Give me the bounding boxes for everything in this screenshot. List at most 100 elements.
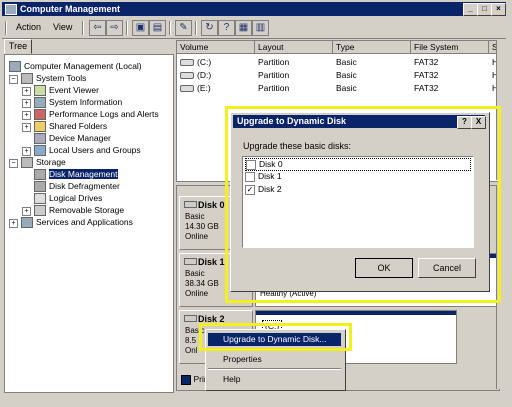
disk-icon	[184, 258, 197, 265]
expand-icon[interactable]: +	[22, 123, 31, 132]
tree-item-storage[interactable]: Storage	[21, 156, 66, 169]
menu-view[interactable]: View	[53, 22, 72, 32]
dialog-prompt: Upgrade these basic disks:	[243, 141, 352, 151]
toolbar-grip	[5, 21, 7, 35]
tree-item-system-tools[interactable]: System Tools	[21, 72, 86, 85]
column-header-type[interactable]: Type	[333, 41, 411, 54]
tree-item-local-users[interactable]: Local Users and Groups	[34, 144, 141, 157]
dialog-close-button[interactable]: X	[471, 116, 486, 129]
ok-button[interactable]: OK	[355, 258, 413, 278]
maximize-button[interactable]: □	[477, 3, 492, 16]
toolbar-separator	[82, 21, 84, 35]
removable-storage-icon	[34, 205, 46, 217]
computer-icon	[9, 61, 21, 73]
expand-icon[interactable]: +	[9, 219, 18, 228]
cancel-button[interactable]: Cancel	[418, 258, 476, 278]
dialog-help-button[interactable]: ?	[457, 116, 472, 129]
menu-item-properties[interactable]: Properties	[208, 353, 341, 366]
expand-icon[interactable]: +	[22, 87, 31, 96]
tab-tree[interactable]: Tree	[4, 39, 32, 54]
collapse-icon[interactable]: −	[9, 159, 18, 168]
tree-item-shared-folders[interactable]: Shared Folders	[34, 120, 107, 133]
column-header-volume[interactable]: Volume	[177, 41, 255, 54]
upgrade-dynamic-disk-dialog: Upgrade to Dynamic Disk ? X Upgrade thes…	[230, 112, 490, 292]
minimize-button[interactable]: _	[463, 3, 478, 16]
table-row[interactable]: (D:)	[180, 69, 211, 81]
back-arrow-icon[interactable]: ⇦	[89, 20, 106, 36]
disk-icon	[184, 201, 197, 208]
tree-item-disk-defragmenter[interactable]: Disk Defragmenter	[34, 180, 120, 193]
tree-item-event-viewer[interactable]: Event Viewer	[34, 84, 99, 97]
toolbar-separator	[169, 21, 171, 35]
title-bar[interactable]: Computer Management _ □ ×	[2, 2, 506, 16]
tools-icon	[21, 73, 33, 85]
tree-item-removable-storage[interactable]: Removable Storage	[34, 204, 124, 217]
users-icon	[34, 145, 46, 157]
tree-item-device-manager[interactable]: Device Manager	[34, 132, 111, 145]
tree-item-services-applications[interactable]: Services and Applications	[21, 216, 133, 229]
forward-arrow-icon[interactable]: ⇨	[106, 20, 123, 36]
help-book-icon[interactable]: ?	[218, 20, 235, 36]
show-hide-tree-icon[interactable]: ▤	[149, 20, 166, 36]
up-folder-icon[interactable]: ▣	[132, 20, 149, 36]
settings-icon[interactable]: ▥	[252, 20, 269, 36]
expand-icon[interactable]: +	[22, 207, 31, 216]
table-cell: Basic	[336, 57, 357, 67]
table-cell: Partition	[258, 83, 290, 93]
tree-item-performance-logs[interactable]: Performance Logs and Alerts	[34, 108, 159, 121]
table-cell: Basic	[336, 83, 357, 93]
tree-item-computer-management[interactable]: Computer Management (Local)	[9, 60, 142, 73]
disk-context-menu: Upgrade to Dynamic Disk... Properties He…	[205, 329, 346, 391]
menu-item-upgrade-dynamic-disk[interactable]: Upgrade to Dynamic Disk...	[208, 333, 341, 346]
tree-item-system-information[interactable]: System Information	[34, 96, 122, 109]
table-cell: Partition	[258, 57, 290, 67]
table-row[interactable]: (E:)	[180, 82, 211, 94]
primary-partition-stripe	[256, 311, 456, 315]
legend-swatch	[181, 374, 191, 385]
horizontal-scrollbar[interactable]	[4, 393, 498, 404]
menu-toolbar: Action View ⇦ ⇨ ▣ ▤ ✎ ↻ ? ▦ ▥	[2, 18, 506, 39]
checkbox[interactable]	[245, 171, 255, 182]
collapse-icon[interactable]: −	[9, 75, 18, 84]
services-icon	[21, 217, 33, 229]
computer-management-window: Computer Management _ □ × Action View ⇦ …	[0, 0, 512, 407]
checkbox[interactable]	[246, 159, 256, 170]
drive-icon	[180, 72, 194, 80]
expand-icon[interactable]: +	[22, 99, 31, 108]
toolbar-separator	[195, 21, 197, 35]
expand-icon[interactable]: +	[22, 147, 31, 156]
menu-action[interactable]: Action	[16, 22, 41, 32]
storage-icon	[21, 157, 33, 169]
column-header-file-system[interactable]: File System	[411, 41, 489, 54]
defrag-icon	[34, 181, 46, 193]
logical-drives-icon	[34, 193, 46, 205]
tree-item-disk-management[interactable]: Disk Management	[34, 168, 118, 181]
disk-icon	[184, 315, 197, 322]
column-header-layout[interactable]: Layout	[255, 41, 333, 54]
performance-icon	[34, 109, 46, 121]
expand-icon[interactable]: +	[22, 111, 31, 120]
table-cell: Partition	[258, 70, 290, 80]
disk-checkbox-item[interactable]: Disk 0	[245, 158, 471, 171]
menu-item-help[interactable]: Help	[208, 373, 341, 386]
drive-icon	[180, 59, 194, 67]
menu-separator	[208, 368, 341, 370]
table-row[interactable]: (C:)	[180, 56, 211, 68]
checkbox-checked[interactable]: ✓	[245, 184, 255, 195]
disk-view-scrollbar[interactable]	[496, 185, 507, 389]
table-cell: FAT32	[414, 83, 439, 93]
disk-view-icon[interactable]: ▦	[235, 20, 252, 36]
computer-management-icon	[5, 4, 17, 15]
table-cell: FAT32	[414, 70, 439, 80]
close-button[interactable]: ×	[491, 3, 506, 16]
drive-icon	[180, 85, 194, 93]
disk-checkbox-item[interactable]: ✓ Disk 2	[245, 184, 282, 195]
table-cell: Basic	[336, 70, 357, 80]
volume-list-scrollbar[interactable]	[496, 40, 507, 180]
dialog-title-bar[interactable]: Upgrade to Dynamic Disk ? X	[233, 115, 486, 129]
properties-icon[interactable]: ✎	[175, 20, 192, 36]
disk-checkbox-item[interactable]: Disk 1	[245, 171, 282, 182]
tree-item-logical-drives[interactable]: Logical Drives	[34, 192, 102, 205]
refresh-icon[interactable]: ↻	[201, 20, 218, 36]
window-title: Computer Management	[20, 4, 121, 14]
